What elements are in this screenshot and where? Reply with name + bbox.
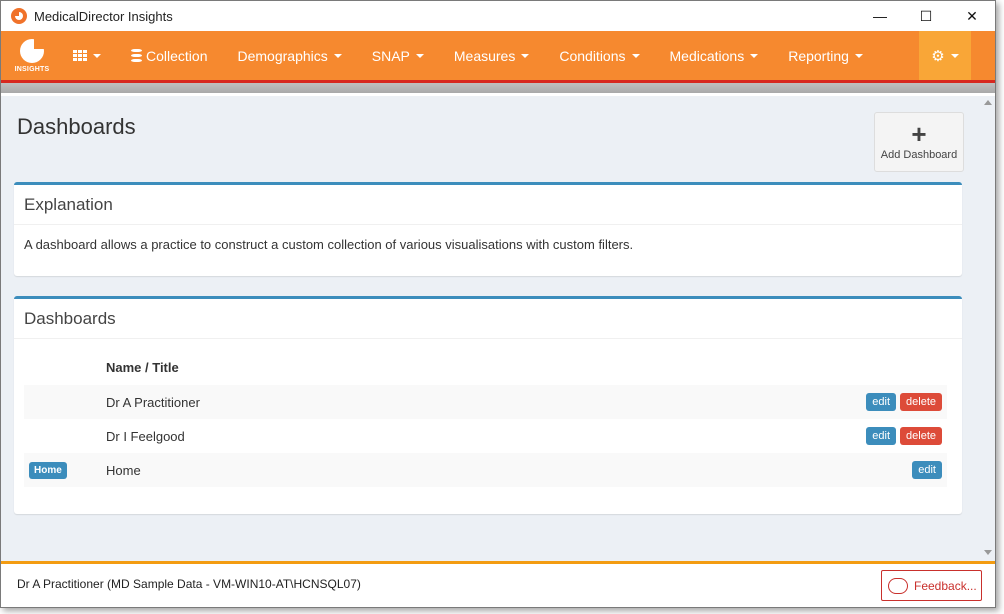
nav-measures[interactable]: Measures (439, 31, 544, 80)
nav-medications-label: Medications (669, 47, 745, 64)
row-name[interactable]: Home (106, 463, 141, 478)
nav-conditions-label: Conditions (559, 47, 626, 64)
column-header-name: Name / Title (106, 359, 179, 375)
chevron-down-icon (521, 53, 530, 58)
plus-icon: + (911, 119, 927, 149)
chevron-down-icon (950, 53, 959, 58)
dashboards-table-wrap: Name / Title Dr A Practitioner edit delet… (14, 339, 962, 487)
nav-apps-menu[interactable] (57, 31, 116, 80)
current-user-info: Dr A Practitioner (MD Sample Data - VM-W… (17, 577, 361, 591)
chevron-down-icon (93, 53, 101, 58)
main-navbar: INSIGHTS Collection Demographics SNAP Me… (1, 31, 995, 83)
home-badge: Home (29, 462, 67, 479)
explanation-title: Explanation (14, 185, 962, 225)
feedback-button[interactable]: Feedback... (881, 570, 982, 601)
minimize-button[interactable]: — (857, 1, 903, 31)
add-dashboard-button[interactable]: + Add Dashboard (874, 112, 964, 172)
header-divider (1, 83, 995, 93)
edit-button[interactable]: edit (866, 427, 897, 445)
dashboards-panel: Dashboards Name / Title Dr A Practitione… (14, 296, 962, 514)
row-name[interactable]: Dr I Feelgood (24, 419, 654, 453)
page-title: Dashboards (17, 114, 136, 139)
chevron-down-icon (415, 53, 424, 58)
table-header-row: Name / Title (24, 349, 947, 385)
nav-measures-label: Measures (453, 47, 516, 64)
vertical-scrollbar[interactable] (980, 96, 995, 561)
nav-snap-label: SNAP (371, 47, 410, 64)
gears-icon: ⚙ (931, 47, 945, 65)
brand-logo[interactable]: INSIGHTS (7, 31, 57, 80)
feedback-label: Feedback... (914, 578, 977, 593)
settings-menu-button[interactable]: ⚙ (919, 31, 971, 80)
database-icon (131, 49, 142, 62)
chevron-down-icon (750, 53, 759, 58)
chevron-down-icon (854, 53, 863, 58)
close-button[interactable]: ✕ (949, 1, 995, 31)
table-row: Dr I Feelgood edit delete (24, 419, 947, 453)
nav-medications[interactable]: Medications (655, 31, 774, 80)
nav-demographics[interactable]: Demographics (222, 31, 356, 80)
pie-chart-icon (20, 38, 44, 63)
explanation-text: A dashboard allows a practice to constru… (24, 237, 634, 252)
row-name[interactable]: Dr A Practitioner (24, 385, 654, 419)
table-row: Dr A Practitioner edit delete (24, 385, 947, 419)
title-bar: MedicalDirector Insights — ☐ ✕ (1, 1, 995, 31)
add-dashboard-label: Add Dashboard (880, 149, 958, 161)
explanation-panel: Explanation A dashboard allows a practic… (14, 182, 962, 276)
nav-demographics-label: Demographics (237, 47, 328, 64)
nav-collection[interactable]: Collection (116, 31, 222, 80)
main-content: Dashboards + Add Dashboard Explanation A… (1, 96, 981, 561)
window-controls: — ☐ ✕ (857, 1, 995, 31)
dashboards-title: Dashboards (14, 299, 962, 339)
dashboards-table: Name / Title Dr A Practitioner edit delet… (24, 349, 947, 487)
app-window: MedicalDirector Insights — ☐ ✕ INSIGHTS … (0, 0, 996, 608)
status-footer: Dr A Practitioner (MD Sample Data - VM-W… (1, 561, 995, 607)
column-header-actions (654, 349, 947, 385)
table-row: Home Home edit (24, 453, 947, 487)
scroll-up-icon[interactable] (984, 100, 992, 105)
speech-bubble-icon (888, 577, 908, 594)
edit-button[interactable]: edit (912, 461, 942, 479)
nav-reporting-label: Reporting (788, 47, 849, 64)
row-name-cell: Home Home (24, 453, 654, 487)
scroll-down-icon[interactable] (984, 550, 992, 555)
brand-label: INSIGHTS (14, 65, 50, 73)
nav-conditions[interactable]: Conditions (544, 31, 654, 80)
window-title: MedicalDirector Insights (34, 8, 173, 24)
chevron-down-icon (333, 53, 342, 58)
chevron-down-icon (631, 53, 640, 58)
delete-button[interactable]: delete (900, 393, 942, 411)
delete-button[interactable]: delete (900, 427, 942, 445)
maximize-button[interactable]: ☐ (903, 1, 949, 31)
nav-snap[interactable]: SNAP (357, 31, 439, 80)
grid-icon (73, 50, 87, 61)
app-logo-icon (11, 8, 27, 24)
edit-button[interactable]: edit (866, 393, 897, 411)
nav-collection-label: Collection (146, 47, 208, 64)
nav-reporting[interactable]: Reporting (773, 31, 878, 80)
